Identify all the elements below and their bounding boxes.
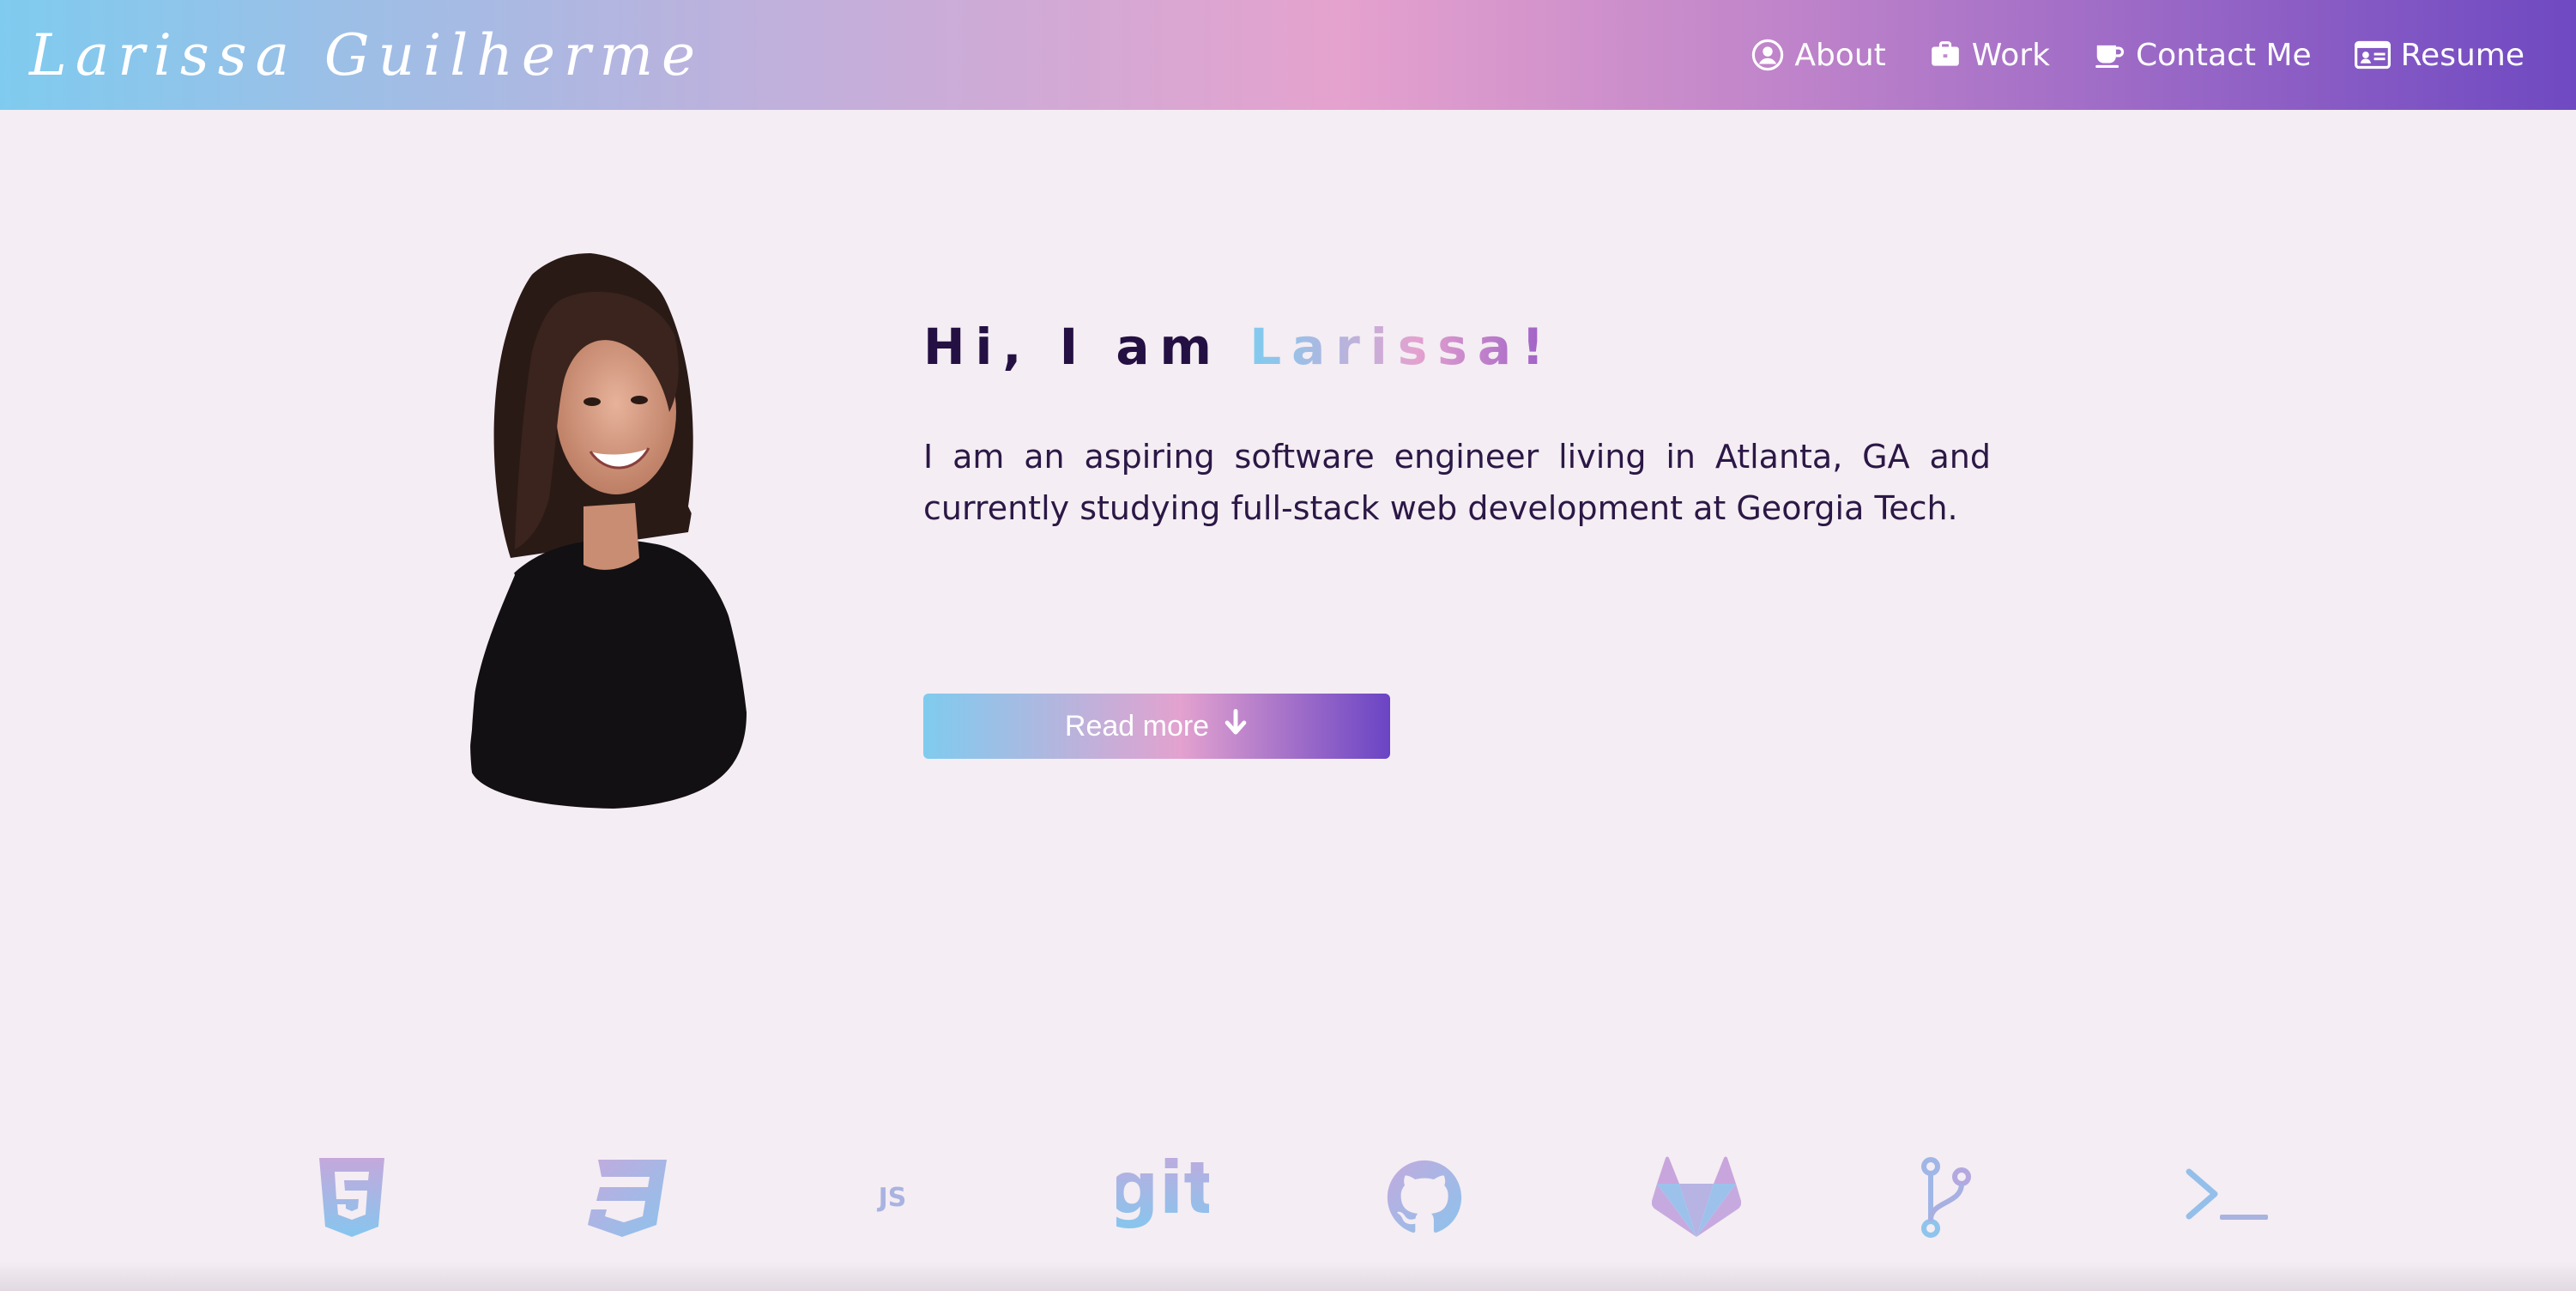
greeting-prefix: Hi, I am: [923, 318, 1250, 376]
footer-shadow: [0, 1262, 2576, 1291]
github-icon: [1382, 1142, 1467, 1253]
code-branch-icon: [1912, 1142, 1980, 1253]
read-more-label: Read more: [1064, 709, 1210, 742]
nav-work-link[interactable]: Work: [1929, 38, 2050, 73]
greeting-name: Larissa!: [1249, 318, 1555, 376]
svg-text:git: git: [1116, 1153, 1209, 1230]
gitlab-icon: [1649, 1142, 1744, 1253]
read-more-button[interactable]: Read more: [923, 694, 1390, 759]
arrow-down-icon: [1223, 708, 1249, 744]
terminal-icon: [2180, 1142, 2274, 1253]
tech-icons-row: JS git: [0, 1142, 2576, 1253]
git-icon: git: [1116, 1142, 1210, 1253]
nav-about-link[interactable]: About: [1751, 37, 1886, 73]
hero-greeting: Hi, I am Larissa!: [923, 312, 1554, 381]
main-nav: About Work Contact Me Resume: [1751, 0, 2525, 110]
nav-work-label: Work: [1971, 37, 2050, 73]
nav-resume-label: Resume: [2400, 37, 2525, 73]
nav-about-label: About: [1794, 37, 1886, 73]
css3-icon: [582, 1142, 671, 1253]
user-circle-icon: [1751, 39, 1784, 71]
nav-contact-label: Contact Me: [2135, 37, 2312, 73]
html5-icon: [309, 1142, 395, 1253]
hero-intro-text: I am an aspiring software engineer livin…: [923, 438, 1991, 527]
brand-logo[interactable]: Larissa Guilherme: [29, 17, 704, 94]
briefcase-icon: [1929, 39, 1962, 71]
nav-resume-link[interactable]: Resume: [2354, 37, 2525, 73]
site-header: Larissa Guilherme About Work Contact Me …: [0, 0, 2576, 110]
profile-photo: [463, 249, 755, 809]
id-card-icon: [2354, 39, 2391, 71]
coffee-cup-icon: [2093, 39, 2126, 71]
javascript-icon: JS: [878, 1182, 907, 1213]
nav-contact-link[interactable]: Contact Me: [2093, 38, 2312, 73]
